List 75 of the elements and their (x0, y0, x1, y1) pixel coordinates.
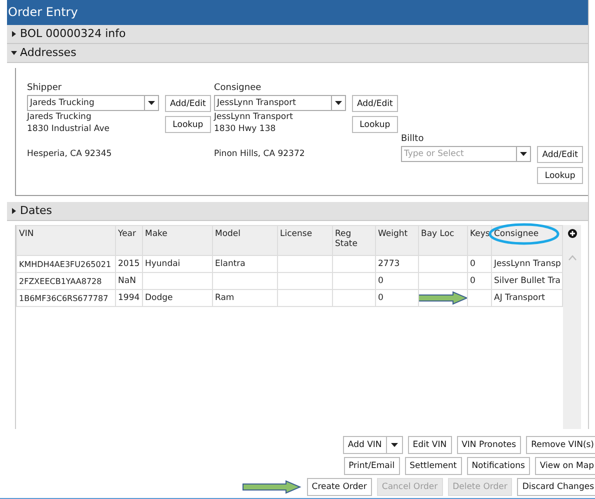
field-label: Consignee (214, 82, 262, 95)
column-header[interactable]: VIN (16, 226, 116, 256)
address-button[interactable]: Add/Edit (165, 95, 211, 112)
add-column-icon (568, 229, 576, 238)
address-line: Hesperia, CA 92345 (27, 148, 113, 160)
address-line: JessLynn Transport (214, 111, 294, 123)
column-header[interactable]: Reg State (332, 226, 376, 256)
column-header[interactable]: Year (116, 226, 142, 256)
table-cell (212, 272, 278, 290)
action-button[interactable]: Print/Email (344, 457, 400, 475)
table-cell (332, 256, 376, 272)
address-button[interactable]: Add/Edit (537, 146, 583, 163)
table-cell: Elantra (212, 256, 278, 272)
table-cell: NaN (116, 272, 142, 290)
address-line: Jareds Trucking (27, 111, 92, 123)
column-header[interactable]: License (278, 226, 332, 256)
table-cell: Silver Bullet Tra (492, 272, 562, 290)
table-cell: 2FZXEECB1YAA8728 (16, 272, 116, 290)
table-cell (418, 256, 468, 272)
window-title: Order Entry (7, 0, 588, 25)
action-button[interactable]: Notifications (466, 457, 530, 475)
table-cell (278, 272, 332, 290)
address-line: Pinon Hills, CA 92372 (214, 148, 306, 160)
table-cell: Hyundai (142, 256, 212, 272)
action-button[interactable]: Remove VIN(s) (526, 436, 595, 454)
table-cell: 0 (376, 272, 418, 290)
dropdown-button[interactable] (386, 436, 403, 454)
action-button[interactable]: Settlement (404, 457, 462, 475)
table-cell: 0 (468, 256, 492, 272)
action-button[interactable]: Add VIN (342, 436, 386, 454)
address-button[interactable]: Add/Edit (352, 95, 398, 112)
combo-box[interactable]: JessLynn Transport (214, 95, 346, 111)
column-header[interactable]: Bay Loc (418, 226, 468, 256)
action-button[interactable]: Edit VIN (408, 436, 452, 454)
dropdown-icon (148, 101, 155, 105)
table-cell: Dodge (142, 290, 212, 306)
scroll-up-icon (568, 255, 576, 261)
column-header[interactable]: Keys (468, 226, 492, 256)
table-cell (142, 272, 212, 290)
table-cell: 2773 (376, 256, 418, 272)
section-header[interactable]: Addresses (7, 44, 588, 63)
action-button[interactable]: Discard Changes (517, 478, 595, 496)
column-header[interactable]: Weight (376, 226, 418, 256)
address-line: 1830 Industrial Ave (27, 123, 110, 135)
address-line: 1830 Hwy 138 (214, 123, 277, 135)
dropdown-icon (520, 152, 528, 156)
dropdown-icon (335, 101, 342, 105)
address-button[interactable]: Lookup (537, 167, 583, 184)
combo-box[interactable]: Jareds Trucking (27, 95, 159, 111)
table-cell: AJ Transport (492, 290, 562, 306)
column-header[interactable]: Make (142, 226, 212, 256)
table-cell: KMHDH4AE3FU265021 (16, 256, 116, 272)
table-cell: 1B6MF36C6RS677787 (16, 290, 116, 306)
action-button[interactable]: VIN Pronotes (456, 436, 522, 454)
table-cell: 0 (376, 290, 418, 306)
section-header[interactable]: BOL 00000324 info (7, 25, 588, 44)
section-header[interactable]: Dates (7, 202, 588, 221)
table-cell (278, 290, 332, 306)
address-button[interactable]: Lookup (165, 116, 211, 133)
table-cell (332, 290, 376, 306)
column-header[interactable]: Model (212, 226, 278, 256)
dropdown-icon (390, 443, 398, 447)
table-cell (332, 272, 376, 290)
table-cell: Ram (212, 290, 278, 306)
table-cell (278, 256, 332, 272)
action-button[interactable]: Create Order (306, 478, 372, 496)
table-cell: 0 (468, 272, 492, 290)
action-button[interactable]: View on Map (534, 457, 595, 475)
field-label: Billto (401, 133, 425, 146)
column-header[interactable]: Consignee (492, 226, 562, 256)
table-cell: JessLynn Transp (492, 256, 562, 272)
table-cell: 1994 (116, 290, 142, 306)
field-label: Shipper (27, 82, 63, 95)
address-button[interactable]: Lookup (352, 116, 398, 133)
table-cell: 2015 (116, 256, 142, 272)
